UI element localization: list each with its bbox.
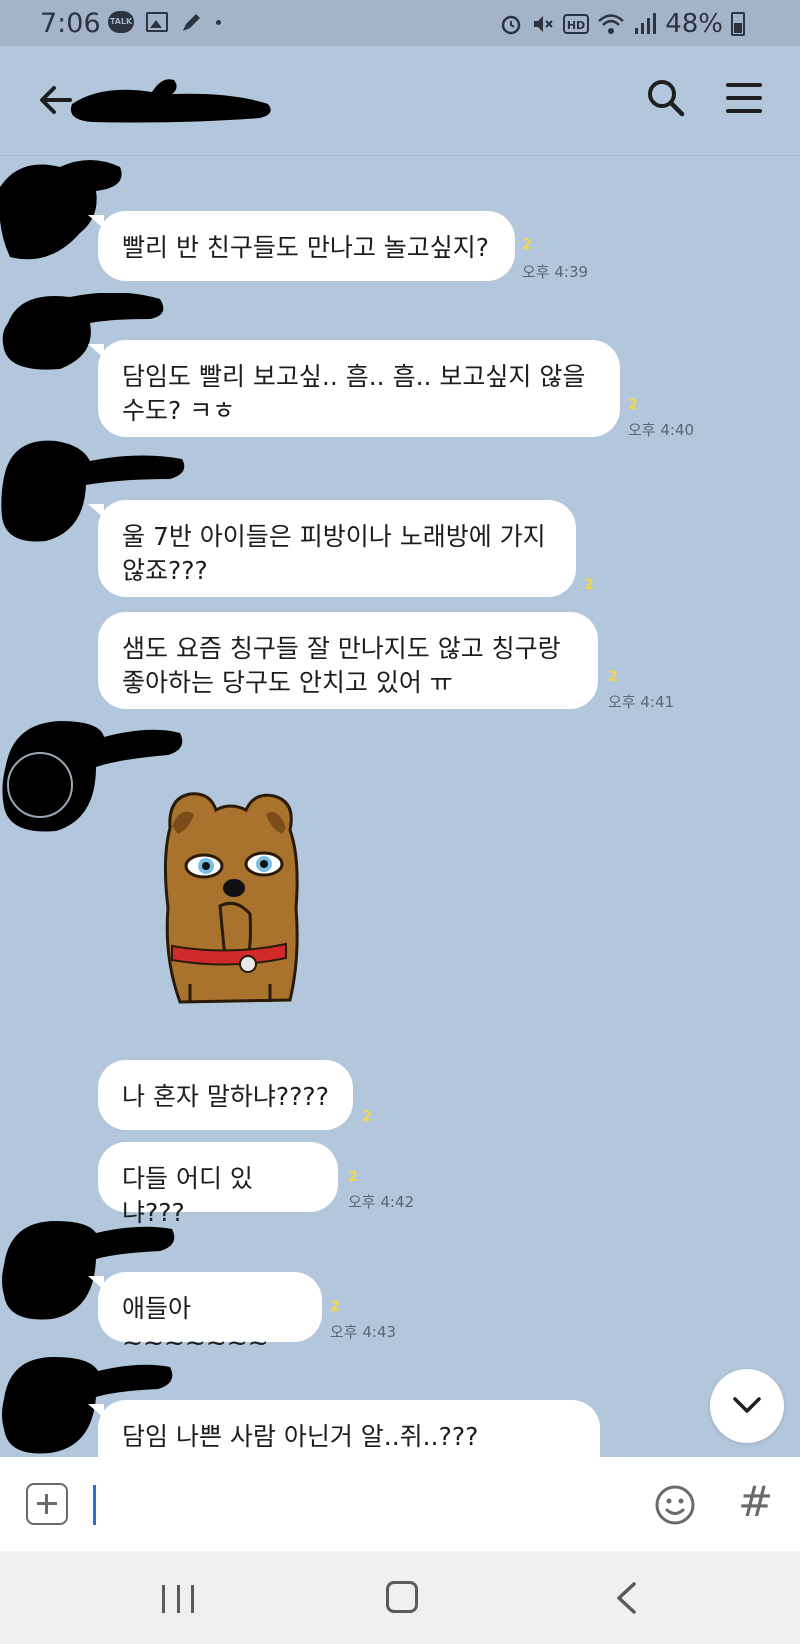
- message-text: 애들아~~~~~~~: [122, 1294, 269, 1357]
- message-bubble[interactable]: 울 7반 아이들은 피방이나 노래방에 가지 않죠???: [88, 500, 576, 597]
- bear-sticker[interactable]: [150, 788, 310, 1018]
- recent-apps-icon[interactable]: [162, 1585, 194, 1613]
- battery-icon: [731, 12, 745, 36]
- message-bubble[interactable]: 담임 나쁜 사람 아닌거 알..쥐..???~~~~~: [88, 1400, 600, 1457]
- message-bubble[interactable]: 애들아~~~~~~~: [88, 1272, 322, 1357]
- unread-count: 2: [362, 1109, 372, 1125]
- system-navigation-bar: [0, 1551, 800, 1644]
- message-bubble[interactable]: 샘도 요즘 칭구들 잘 만나지도 않고 칭구랑 좋아하는 당구도 안치고 있어 …: [98, 612, 598, 709]
- unread-count: 2: [584, 577, 594, 593]
- message-text: 나 혼자 말하냐????: [122, 1082, 329, 1111]
- unread-count: 2: [330, 1299, 340, 1315]
- notification-icons: TALK: [108, 10, 221, 34]
- hamburger-menu-icon[interactable]: [724, 80, 764, 116]
- unread-count: 2: [628, 397, 638, 413]
- message-bubble[interactable]: 다들 어디 있냐???: [98, 1142, 338, 1227]
- image-notification-icon: [146, 12, 168, 32]
- chevron-down-icon: [733, 1397, 761, 1413]
- message-time: 오후 4:43: [330, 1323, 397, 1341]
- message-composer: #: [0, 1457, 800, 1551]
- message-bubble[interactable]: 담임도 빨리 보고싶.. 흠.. 흠.. 보고싶지 않을 수도? ㅋㅎ: [88, 340, 620, 437]
- unread-count: 2: [522, 237, 532, 253]
- chat-title-redacted: [70, 79, 271, 123]
- unread-count: 2: [348, 1169, 358, 1185]
- svg-text:HD: HD: [567, 19, 585, 32]
- message-text: 울 7반 아이들은 피방이나 노래방에 가지 않죠???: [122, 522, 546, 585]
- text-caret: [93, 1485, 96, 1525]
- signal-icon: [635, 13, 657, 34]
- edit-notification-icon: [183, 14, 200, 31]
- message-input[interactable]: [92, 1481, 632, 1527]
- scroll-to-bottom-button[interactable]: [710, 1369, 784, 1443]
- system-back-icon[interactable]: [614, 1581, 638, 1615]
- message-time: 오후 4:42: [348, 1193, 415, 1211]
- battery-percent: 48%: [665, 9, 723, 39]
- more-notifications-dot-icon: [216, 19, 221, 25]
- chat-header: [0, 46, 800, 156]
- hashtag-search-button[interactable]: #: [738, 1477, 773, 1526]
- message-text: 샘도 요즘 칭구들 잘 만나지도 않고 칭구랑 좋아하는 당구도 안치고 있어 …: [122, 634, 561, 697]
- message-text: 담임 나쁜 사람 아닌거 알..쥐..???~~~~~: [122, 1422, 479, 1457]
- wifi-icon: [598, 14, 625, 34]
- message-time: 오후 4:40: [628, 421, 695, 439]
- status-time: 7:06: [40, 8, 101, 39]
- message-text: 담임도 빨리 보고싶.. 흠.. 흠.. 보고싶지 않을 수도? ㅋㅎ: [122, 362, 586, 425]
- message-time: 오후 4:41: [608, 693, 675, 711]
- smiley-icon[interactable]: [654, 1484, 696, 1526]
- status-bar: 7:06 TALK HD 48%: [0, 0, 800, 46]
- unread-count: 2: [608, 669, 618, 685]
- message-time: 오후 4:39: [522, 263, 589, 281]
- message-bubble[interactable]: 나 혼자 말하냐????: [98, 1060, 353, 1130]
- plus-square-icon[interactable]: [26, 1483, 68, 1525]
- message-text: 빨리 반 친구들도 만나고 놀고싶지?: [122, 233, 490, 262]
- message-list[interactable]: 빨리 반 친구들도 만나고 놀고싶지? 2 오후 4:39 담임도 빨리 보고싶…: [0, 157, 800, 1457]
- home-icon[interactable]: [386, 1581, 418, 1613]
- alarm-icon: [501, 15, 521, 35]
- search-icon[interactable]: [644, 76, 688, 120]
- system-icons: HD 48%: [499, 9, 745, 39]
- hd-voice-icon: HD: [563, 14, 590, 34]
- message-bubble[interactable]: 빨리 반 친구들도 만나고 놀고싶지?: [88, 211, 515, 281]
- kakaotalk-notification-icon: TALK: [108, 11, 134, 33]
- mute-icon: [534, 16, 553, 32]
